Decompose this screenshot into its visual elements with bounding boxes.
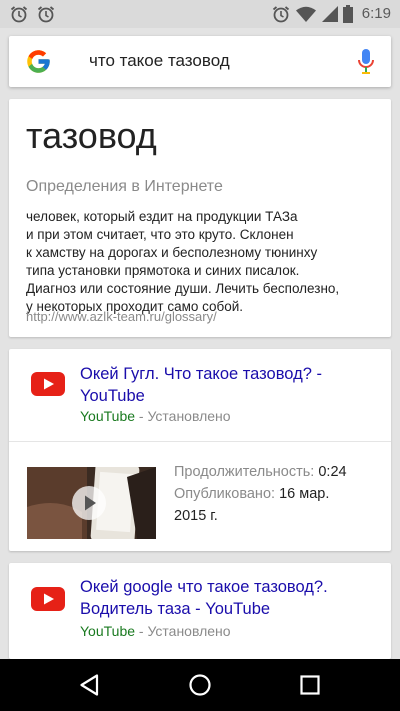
published-row: Опубликовано: 16 мар. bbox=[174, 483, 347, 505]
result-site: YouTube bbox=[80, 623, 136, 639]
result-status: - Установлено bbox=[135, 623, 231, 639]
divider bbox=[9, 441, 391, 442]
definition-line: человек, который ездит на продукции ТАЗа bbox=[26, 209, 298, 224]
definition-line: Диагноз или состояние души. Лечить беспо… bbox=[26, 281, 340, 296]
signal-icon bbox=[322, 6, 338, 22]
navigation-bar bbox=[0, 659, 400, 711]
result-title-line[interactable]: Окей Гугл. Что такое тазовод? - bbox=[80, 363, 380, 385]
definition-line: к хамству на дорогах и бесполезному тюни… bbox=[26, 245, 318, 260]
video-thumbnail[interactable] bbox=[27, 467, 156, 539]
alarm-icon bbox=[37, 6, 55, 23]
published-value: 16 мар. bbox=[279, 486, 330, 502]
youtube-icon bbox=[31, 587, 65, 611]
battery-icon bbox=[343, 5, 353, 23]
definition-term: тазовод bbox=[26, 115, 157, 156]
video-info: Продолжительность: 0:24 Опубликовано: 16… bbox=[174, 461, 347, 527]
result-status: - Установлено bbox=[135, 408, 231, 424]
video-result-card[interactable]: Окей google что такое тазовод?. Водитель… bbox=[9, 563, 391, 659]
definition-card: тазовод Определения в Интернете человек,… bbox=[9, 99, 391, 337]
status-bar: 6:19 bbox=[0, 0, 400, 28]
home-icon[interactable] bbox=[187, 672, 213, 698]
microphone-icon[interactable] bbox=[358, 49, 374, 75]
duration-row: Продолжительность: 0:24 bbox=[174, 461, 347, 483]
published-label: Опубликовано: bbox=[174, 486, 276, 502]
result-meta: YouTube - Установлено bbox=[80, 408, 231, 424]
alarm-icon bbox=[272, 6, 290, 23]
definition-text: человек, который ездит на продукции ТАЗа… bbox=[26, 208, 381, 316]
video-result-card[interactable]: Окей Гугл. Что такое тазовод? - YouTube … bbox=[9, 349, 391, 551]
result-meta: YouTube - Установлено bbox=[80, 623, 231, 639]
back-icon[interactable] bbox=[77, 672, 103, 698]
result-title-line[interactable]: Водитель таза - YouTube bbox=[80, 598, 380, 620]
published-value-line2: 2015 г. bbox=[174, 508, 218, 524]
search-input[interactable]: что такое тазовод bbox=[89, 51, 230, 71]
youtube-icon bbox=[31, 372, 65, 396]
result-title-link[interactable]: Окей Гугл. Что такое тазовод? - YouTube bbox=[80, 363, 380, 407]
definition-line: типа установки прямотока и синих писалок… bbox=[26, 263, 300, 278]
recents-icon[interactable] bbox=[297, 672, 323, 698]
result-title-line[interactable]: YouTube bbox=[80, 385, 380, 407]
duration-label: Продолжительность: bbox=[174, 464, 315, 480]
wifi-icon bbox=[296, 6, 316, 22]
clock: 6:19 bbox=[361, 5, 391, 22]
play-icon[interactable] bbox=[72, 486, 106, 520]
result-title-link[interactable]: Окей google что такое тазовод?. Водитель… bbox=[80, 576, 380, 620]
result-site: YouTube bbox=[80, 408, 136, 424]
result-title-line[interactable]: Окей google что такое тазовод?. bbox=[80, 576, 380, 598]
google-g-icon[interactable] bbox=[25, 48, 52, 75]
duration-value: 0:24 bbox=[318, 464, 347, 480]
search-bar[interactable]: что такое тазовод bbox=[9, 36, 391, 87]
alarm-icon bbox=[10, 6, 28, 23]
definition-source-label: Определения в Интернете bbox=[26, 178, 223, 195]
definition-url-link[interactable]: http://www.azlk-team.ru/glossary/ bbox=[26, 309, 217, 324]
definition-line: и при этом считает, что это круто. Склон… bbox=[26, 227, 294, 242]
